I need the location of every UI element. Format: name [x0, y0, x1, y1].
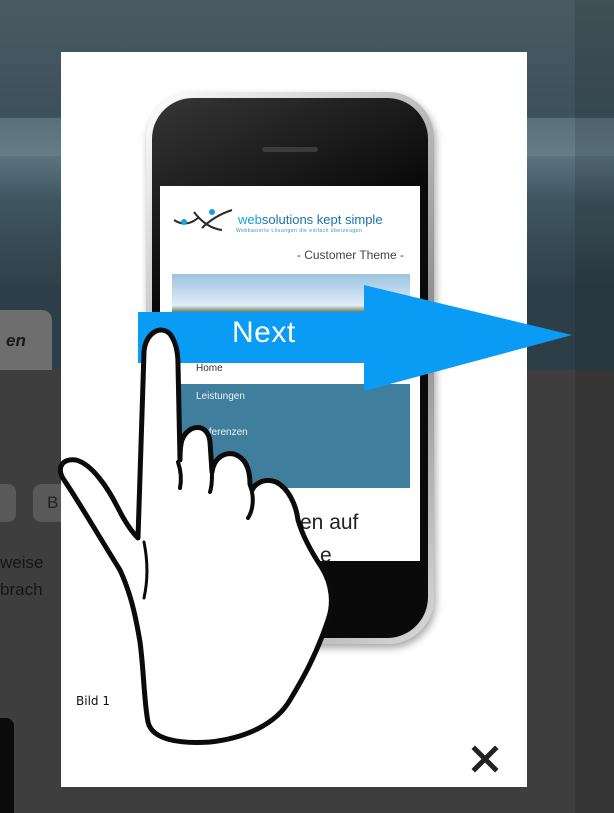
background-dark-block: [0, 718, 14, 813]
brand-tagline: Webbasierte Lösungen die einfach überzeu…: [236, 228, 365, 234]
swipe-hand-icon: [58, 327, 334, 745]
brand-part: web: [238, 212, 262, 227]
background-right-panel: [575, 0, 614, 813]
brand-part: kept simple: [316, 212, 383, 227]
close-button[interactable]: [470, 744, 500, 774]
theme-label: - Customer Theme -: [296, 248, 404, 262]
background-text-line: weise: [0, 553, 44, 572]
brand-part: solutions: [261, 212, 314, 227]
background-tab-label: en: [6, 331, 26, 350]
close-icon: [471, 745, 499, 773]
background-button-left[interactable]: [0, 484, 16, 522]
brand-name: websolutions kept simple: [238, 212, 383, 227]
phone-speaker: [262, 147, 318, 152]
background-text-line: brach: [0, 580, 43, 599]
logo-swoosh-icon: [173, 209, 233, 231]
